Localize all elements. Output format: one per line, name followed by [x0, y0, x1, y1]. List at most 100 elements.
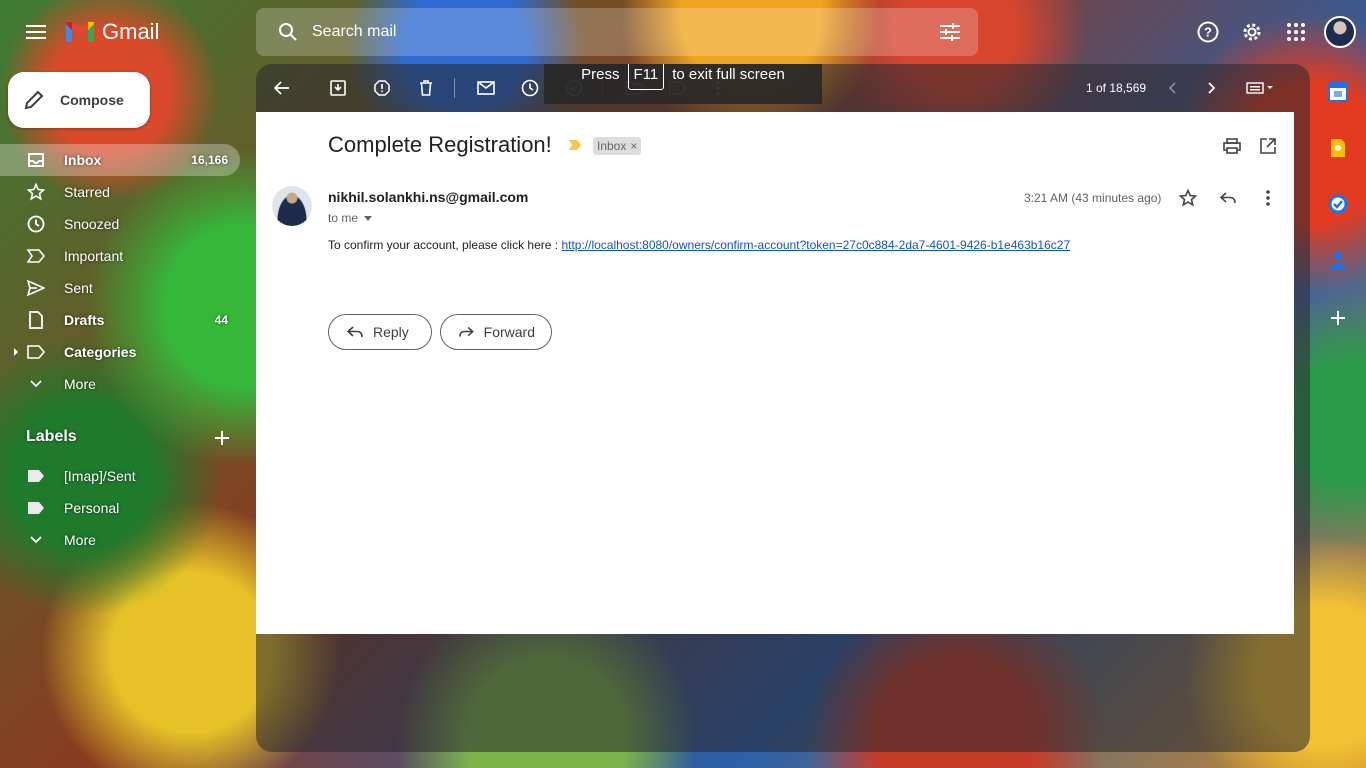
forward-icon: [459, 326, 474, 337]
reply-icon: [347, 326, 363, 338]
star-button[interactable]: [1174, 184, 1202, 212]
recipient-label: to me: [328, 211, 359, 225]
expand-caret-icon[interactable]: [14, 348, 18, 356]
sidebar-item-snoozed[interactable]: Snoozed: [0, 208, 240, 240]
gmail-logo[interactable]: Gmail: [64, 16, 159, 48]
open-new-window-button[interactable]: [1254, 132, 1282, 160]
toast-suffix: to exit full screen: [672, 65, 785, 83]
keyboard-icon: [1246, 82, 1273, 94]
main-menu-button[interactable]: [16, 12, 56, 52]
toast-prefix: Press: [581, 65, 620, 83]
sender-email[interactable]: nikhil.solankhi.ns@gmail.com: [328, 189, 528, 205]
gmail-m-icon: [66, 21, 94, 42]
calendar-addon[interactable]: [1318, 72, 1358, 112]
fullscreen-toast: Press F11 to exit full screen: [544, 64, 822, 104]
print-icon: [1223, 138, 1241, 154]
remove-label-icon[interactable]: ×: [630, 139, 637, 153]
compose-button[interactable]: Compose: [8, 72, 150, 128]
sender-avatar[interactable]: [272, 186, 312, 226]
message-more-button[interactable]: [1254, 184, 1282, 212]
settings-button[interactable]: [1232, 12, 1272, 52]
tasks-addon[interactable]: [1318, 184, 1358, 224]
chevron-left-icon: [1168, 82, 1176, 94]
importance-marker-icon[interactable]: [569, 140, 581, 150]
keep-addon[interactable]: [1318, 128, 1358, 168]
forward-button[interactable]: Forward: [440, 314, 552, 350]
report-spam-button[interactable]: [362, 68, 402, 108]
label-icon: [24, 464, 48, 488]
input-tools-button[interactable]: [1236, 68, 1284, 108]
label-item-more[interactable]: More: [0, 524, 240, 556]
labels-list: [Imap]/Sent Personal More: [0, 460, 240, 556]
sidebar-item-label: Inbox: [64, 152, 102, 168]
search-options-button[interactable]: [930, 12, 970, 52]
svg-text:?: ?: [1204, 25, 1212, 40]
label-icon: [24, 340, 48, 364]
open-in-new-icon: [1260, 138, 1276, 154]
sidebar-item-label: Sent: [64, 280, 93, 296]
contacts-addon[interactable]: [1318, 240, 1358, 280]
search-input[interactable]: [312, 16, 912, 48]
clock-icon: [24, 212, 48, 236]
hamburger-menu-icon: [26, 25, 46, 39]
apps-button[interactable]: [1276, 12, 1316, 52]
reply-label: Reply: [373, 324, 409, 340]
account-avatar[interactable]: [1324, 16, 1356, 48]
archive-button[interactable]: [318, 68, 358, 108]
sidebar-item-categories[interactable]: Categories: [0, 336, 240, 368]
older-button[interactable]: [1192, 68, 1232, 108]
pencil-icon: [24, 90, 44, 110]
search-bar[interactable]: [256, 8, 978, 56]
chevron-right-icon: [1208, 82, 1216, 94]
label-item-label: [Imap]/Sent: [64, 468, 136, 484]
inbox-icon: [24, 148, 48, 172]
search-button[interactable]: [268, 12, 308, 52]
sidebar-item-inbox[interactable]: Inbox 16,166: [0, 144, 240, 176]
label-item-imap-sent[interactable]: [Imap]/Sent: [0, 460, 240, 492]
sidebar-item-more[interactable]: More: [0, 368, 240, 400]
forward-label: Forward: [483, 324, 535, 340]
sidebar-item-label: Drafts: [64, 312, 105, 328]
sidebar-item-label: Important: [64, 248, 124, 264]
chevron-down-icon: [24, 528, 48, 552]
plus-icon: [1331, 311, 1345, 325]
draft-icon: [24, 308, 48, 332]
mark-unread-button[interactable]: [466, 68, 506, 108]
archive-icon: [330, 80, 346, 96]
side-panel: [1318, 72, 1358, 354]
gmail-wordmark: Gmail: [102, 19, 160, 44]
sidebar-item-important[interactable]: Important: [0, 240, 240, 272]
unread-count: 16,166: [191, 153, 228, 167]
email-body: To confirm your account, please click he…: [328, 238, 1070, 252]
more-vert-icon: [1266, 190, 1270, 206]
sidebar-item-drafts[interactable]: Drafts 44: [0, 304, 240, 336]
top-bar: Gmail ?: [0, 0, 1366, 64]
sidebar-nav: Inbox 16,166 Starred Snoozed Important S…: [0, 144, 240, 400]
chevron-down-icon: [24, 372, 48, 396]
show-details-icon[interactable]: [364, 215, 373, 221]
plus-icon: [215, 431, 229, 445]
sidebar-item-starred[interactable]: Starred: [0, 176, 240, 208]
support-button[interactable]: ?: [1188, 12, 1228, 52]
get-addons-button[interactable]: [1318, 298, 1358, 338]
sidebar-item-sent[interactable]: Sent: [0, 272, 240, 304]
labels-header: Labels: [0, 424, 240, 452]
inbox-label-chip[interactable]: Inbox ×: [593, 137, 642, 155]
reply-button[interactable]: Reply: [328, 314, 432, 350]
email-subject: Complete Registration!: [328, 132, 552, 157]
keep-icon: [1331, 139, 1345, 157]
recipients[interactable]: to me: [328, 211, 373, 225]
back-button[interactable]: [262, 68, 302, 108]
apps-grid-icon: [1287, 23, 1305, 41]
label-item-personal[interactable]: Personal: [0, 492, 240, 524]
create-label-button[interactable]: [208, 424, 236, 452]
print-all-button[interactable]: [1218, 132, 1246, 160]
delete-button[interactable]: [406, 68, 446, 108]
gear-icon: [1243, 23, 1261, 41]
contacts-icon: [1330, 252, 1346, 269]
mail-icon: [477, 81, 495, 95]
confirm-account-link[interactable]: http://localhost:8080/owners/confirm-acc…: [561, 238, 1070, 252]
reply-icon-button[interactable]: [1214, 184, 1242, 212]
newer-button[interactable]: [1152, 68, 1192, 108]
sidebar-item-label: Snoozed: [64, 216, 120, 232]
